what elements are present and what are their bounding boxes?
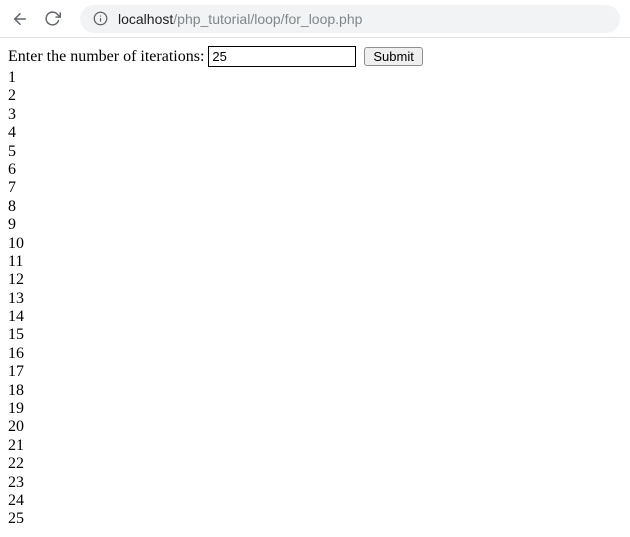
back-icon[interactable] (10, 9, 30, 29)
output-line: 19 (8, 400, 622, 418)
url-host: localhost (118, 11, 173, 27)
output-line: 9 (8, 216, 622, 234)
output-line: 2 (8, 87, 622, 105)
page-content: Enter the number of iterations: Submit 1… (0, 38, 630, 537)
output-line: 17 (8, 363, 622, 381)
output-line: 15 (8, 326, 622, 344)
url-path: /php_tutorial/loop/for_loop.php (173, 11, 362, 27)
output-line: 21 (8, 437, 622, 455)
output-line: 11 (8, 253, 622, 271)
iterations-form: Enter the number of iterations: Submit (8, 46, 622, 67)
output-line: 23 (8, 474, 622, 492)
reload-icon[interactable] (42, 9, 62, 29)
output-line: 20 (8, 418, 622, 436)
address-bar[interactable]: localhost/php_tutorial/loop/for_loop.php (80, 5, 620, 33)
iterations-label: Enter the number of iterations: (8, 48, 204, 66)
output-line: 13 (8, 290, 622, 308)
output-line: 5 (8, 143, 622, 161)
output-line: 4 (8, 124, 622, 142)
submit-button[interactable]: Submit (364, 47, 422, 66)
output-line: 7 (8, 179, 622, 197)
output-line: 12 (8, 271, 622, 289)
output-line: 25 (8, 510, 622, 528)
output-line: 14 (8, 308, 622, 326)
output-line: 18 (8, 382, 622, 400)
output-line: 16 (8, 345, 622, 363)
browser-toolbar: localhost/php_tutorial/loop/for_loop.php (0, 0, 630, 38)
output-line: 1 (8, 69, 622, 87)
output-line: 8 (8, 198, 622, 216)
output-list: 1234567891011121314151617181920212223242… (8, 69, 622, 529)
site-info-icon[interactable] (92, 11, 108, 27)
output-line: 22 (8, 455, 622, 473)
output-line: 24 (8, 492, 622, 510)
output-line: 3 (8, 106, 622, 124)
output-line: 6 (8, 161, 622, 179)
output-line: 10 (8, 235, 622, 253)
iterations-input[interactable] (208, 46, 356, 67)
url-text: localhost/php_tutorial/loop/for_loop.php (118, 11, 362, 27)
